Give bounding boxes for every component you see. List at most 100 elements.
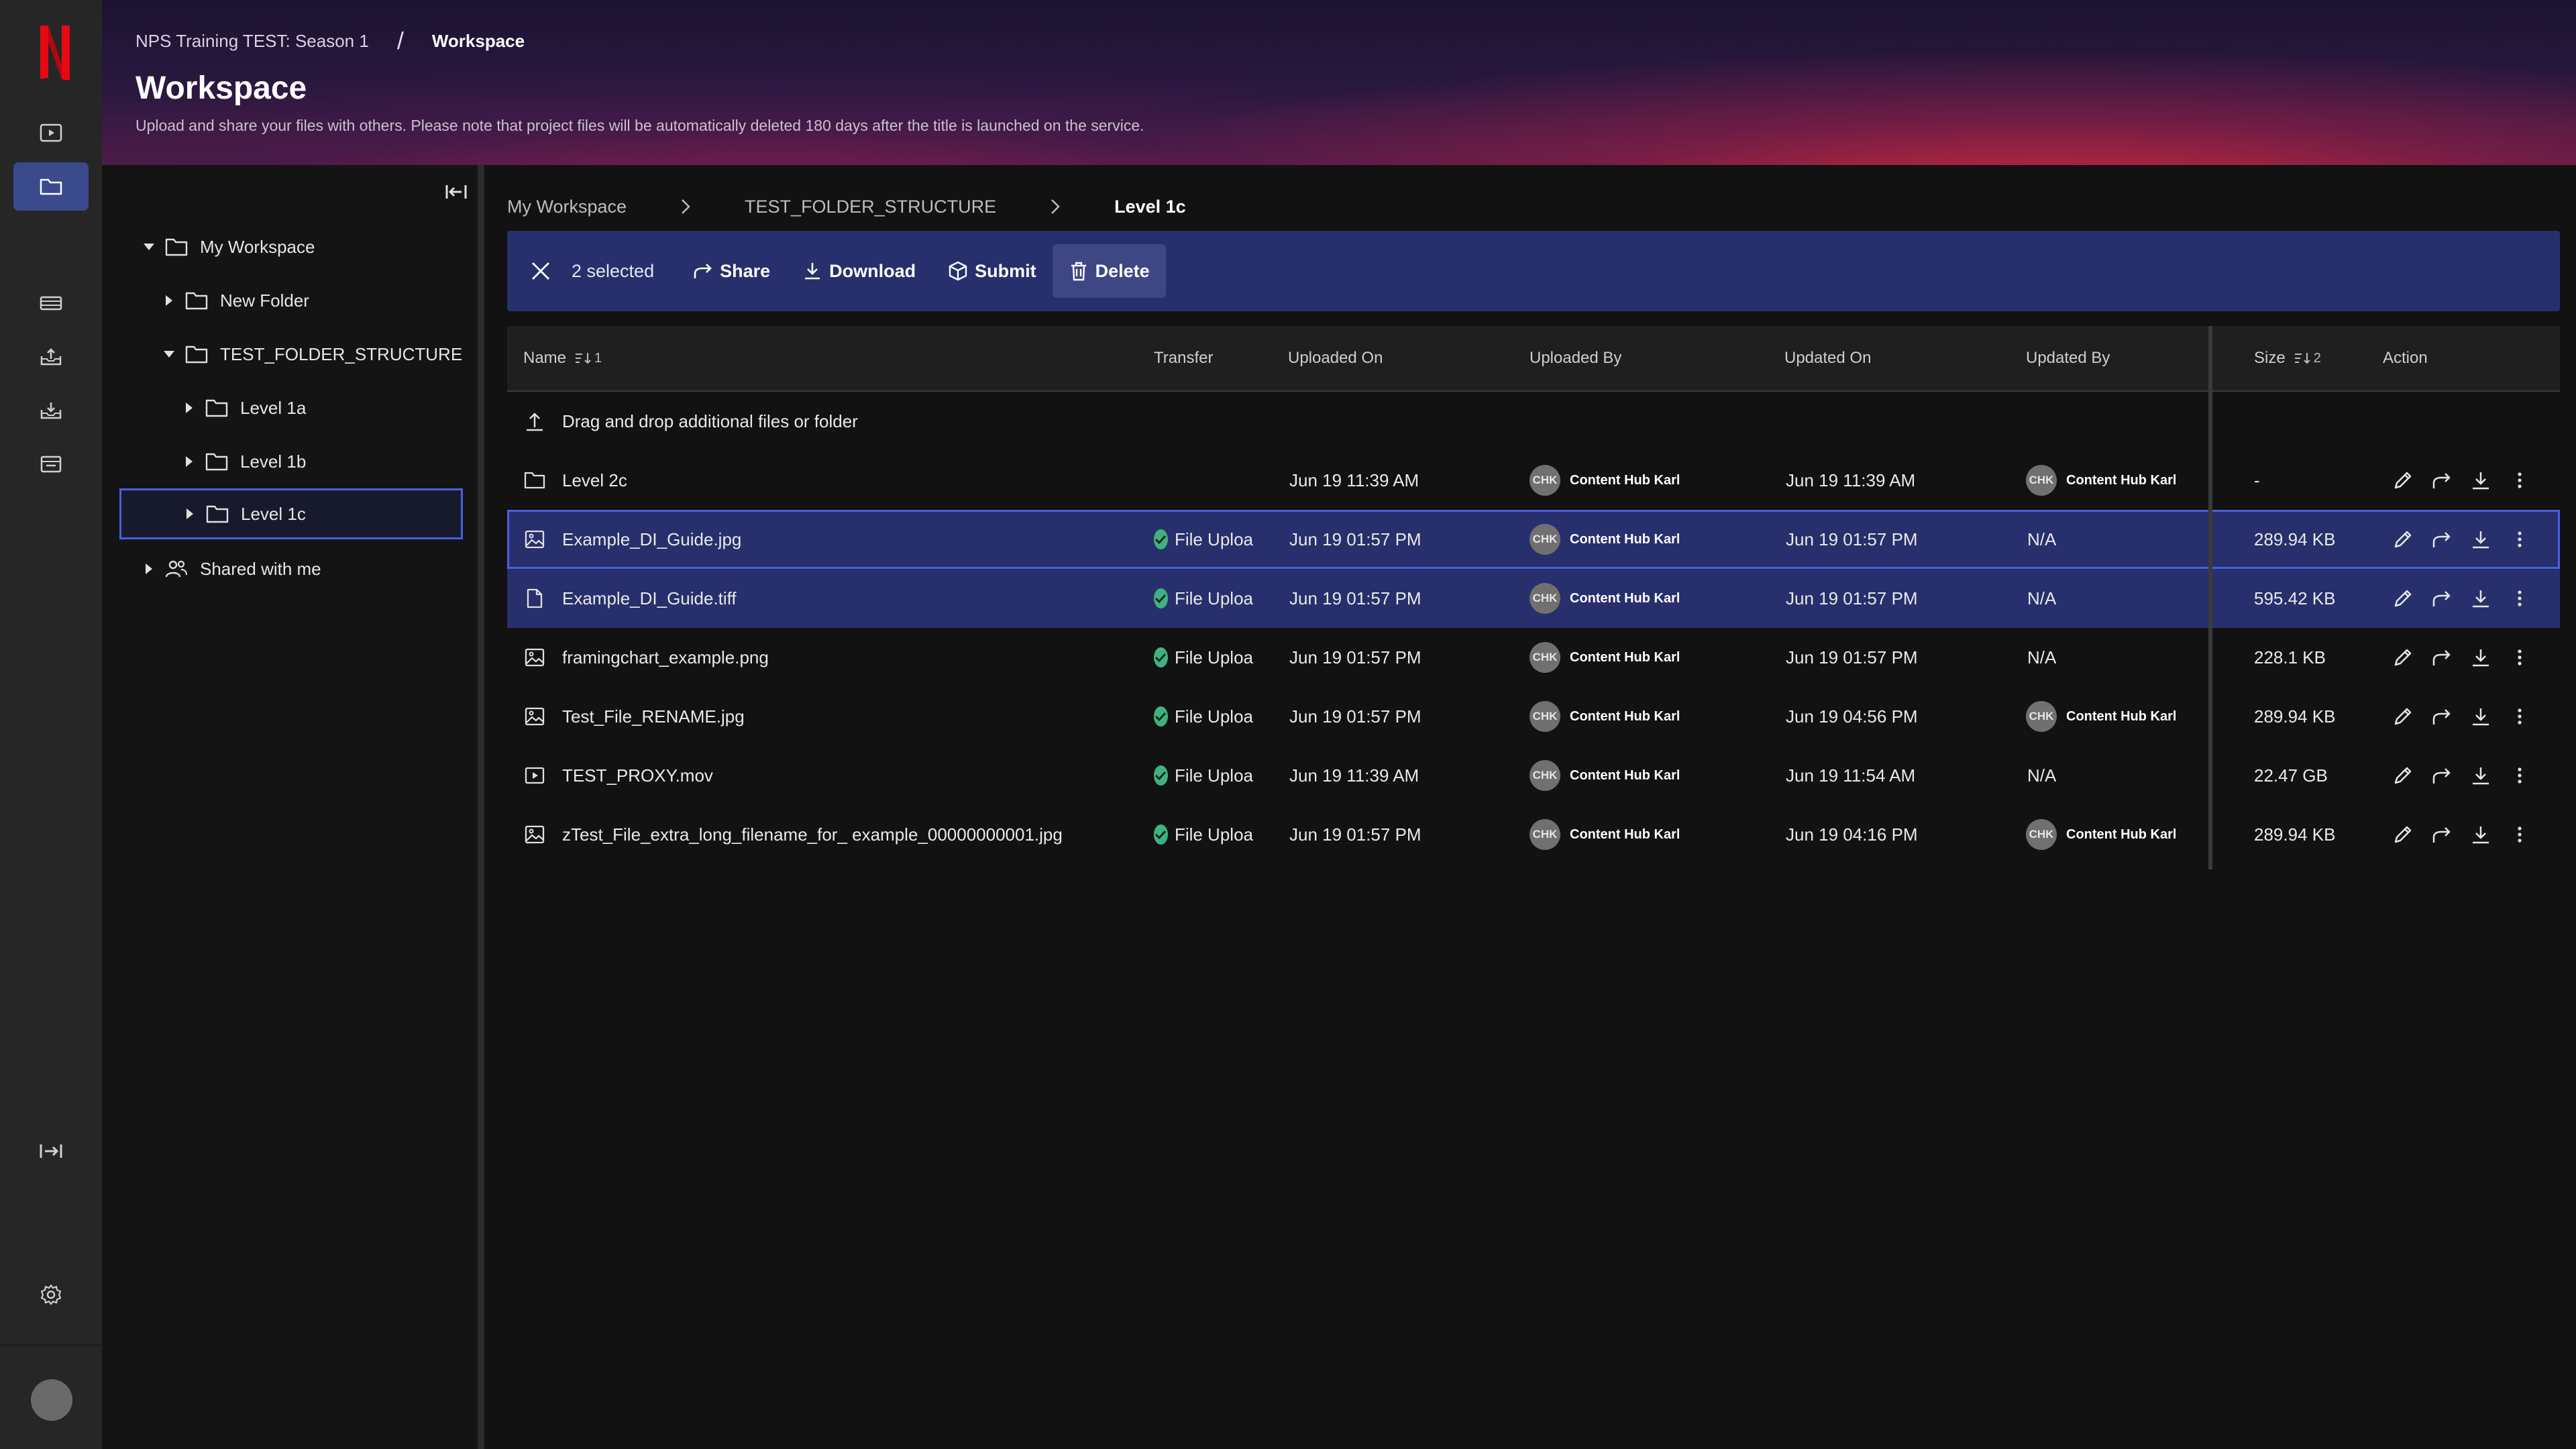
rail-settings-button[interactable] [13, 1271, 89, 1319]
file-name[interactable]: zTest_File_extra_long_filename_for_ exam… [562, 824, 1063, 845]
uploaded-by-cell: CHK Content Hub Karl [1529, 746, 1680, 805]
rail-downloads-button[interactable] [13, 386, 89, 435]
more-vertical-icon[interactable] [2506, 703, 2533, 730]
download-icon[interactable] [2467, 821, 2494, 848]
column-header-uploaded-by[interactable]: Uploaded By [1529, 326, 1621, 390]
netflix-logo[interactable] [38, 24, 72, 82]
column-header-updated-on[interactable]: Updated On [1784, 326, 1871, 390]
actions-cell [2390, 687, 2545, 746]
table-row[interactable]: TEST_PROXY.mov File Uploa Jun 19 11:39 AM C… [507, 746, 2560, 805]
updated-on-cell: Jun 19 01:57 PM [1786, 647, 1918, 667]
dropzone-row[interactable]: Drag and drop additional files or folder [507, 392, 2560, 451]
submit-button[interactable]: Submit [932, 244, 1053, 298]
caret-right-icon[interactable] [181, 453, 197, 470]
column-resize-handle[interactable] [2208, 326, 2212, 869]
user-avatar[interactable] [31, 1379, 72, 1421]
share-arrow-icon[interactable] [2428, 526, 2455, 553]
file-name[interactable]: Test_File_RENAME.jpg [562, 706, 745, 727]
file-name[interactable]: Example_DI_Guide.tiff [562, 588, 737, 609]
caret-right-icon[interactable] [161, 292, 177, 309]
tree-item-test-folder-structure[interactable]: TEST_FOLDER_STRUCTURE [161, 329, 462, 380]
breadcrumb-my-workspace[interactable]: My Workspace [507, 197, 627, 217]
edit-pencil-icon[interactable] [2390, 526, 2416, 553]
download-icon[interactable] [2467, 526, 2494, 553]
table-row[interactable]: Level 2c Jun 19 11:39 AM CHK Content Hub Ka… [507, 451, 2560, 510]
table-row[interactable]: framingchart_example.png File Uploa Jun 19… [507, 628, 2560, 687]
gear-icon [40, 1283, 62, 1306]
download-icon[interactable] [2467, 644, 2494, 671]
more-vertical-icon[interactable] [2506, 526, 2533, 553]
download-icon[interactable] [2467, 762, 2494, 789]
tree-item-label: Shared with me [200, 558, 321, 579]
share-arrow-icon[interactable] [2428, 821, 2455, 848]
table-row[interactable]: Example_DI_Guide.tiff File Uploa Jun 19 01… [507, 569, 2560, 628]
file-name[interactable]: Example_DI_Guide.jpg [562, 529, 741, 550]
tree-item-level-1c[interactable]: Level 1c [119, 488, 463, 539]
download-button[interactable]: Download [786, 244, 932, 298]
clear-selection-button[interactable] [527, 258, 554, 284]
caret-down-icon[interactable] [161, 346, 177, 362]
tree-item-new-folder[interactable]: New Folder [161, 275, 309, 326]
folder-breadcrumb: My Workspace TEST_FOLDER_STRUCTURE Level… [507, 192, 1186, 221]
share-arrow-icon[interactable] [2428, 762, 2455, 789]
actions-cell [2390, 805, 2545, 864]
edit-pencil-icon[interactable] [2390, 644, 2416, 671]
file-name[interactable]: Level 2c [562, 470, 627, 491]
edit-pencil-icon[interactable] [2390, 762, 2416, 789]
collapse-tree-button[interactable] [443, 178, 470, 205]
column-header-updated-by[interactable]: Updated By [2026, 326, 2110, 390]
edit-pencil-icon[interactable] [2390, 821, 2416, 848]
rail-titles-button[interactable] [13, 109, 89, 157]
share-arrow-icon[interactable] [2428, 703, 2455, 730]
edit-pencil-icon[interactable] [2390, 703, 2416, 730]
more-vertical-icon[interactable] [2506, 585, 2533, 612]
more-vertical-icon[interactable] [2506, 644, 2533, 671]
table-row[interactable]: Test_File_RENAME.jpg File Uploa Jun 19 01:… [507, 687, 2560, 746]
column-header-name[interactable]: Name 1 [523, 326, 602, 390]
folder-icon [165, 237, 189, 257]
avatar: CHK [2026, 465, 2057, 496]
tree-item-my-workspace[interactable]: My Workspace [141, 221, 315, 272]
table-row[interactable]: Example_DI_Guide.jpg File Uploa Jun 19 01:… [507, 510, 2560, 569]
breadcrumb-test-folder-structure[interactable]: TEST_FOLDER_STRUCTURE [745, 197, 996, 217]
caret-right-icon[interactable] [181, 400, 197, 416]
tree-item-level-1b[interactable]: Level 1b [181, 436, 306, 487]
column-header-size[interactable]: Size 2 [2254, 326, 2321, 390]
delete-button[interactable]: Delete [1052, 244, 1166, 298]
download-icon[interactable] [2467, 703, 2494, 730]
rail-inbox-button[interactable] [13, 333, 89, 381]
panel-resize-handle[interactable] [478, 165, 484, 1449]
tree-item-label: My Workspace [200, 236, 315, 257]
rail-workspace-button[interactable] [13, 162, 89, 211]
share-arrow-icon[interactable] [2428, 585, 2455, 612]
download-icon[interactable] [2467, 585, 2494, 612]
tree-item-shared-with-me[interactable]: Shared with me [141, 543, 321, 594]
column-header-action: Action [2383, 349, 2428, 367]
file-name[interactable]: framingchart_example.png [562, 647, 769, 668]
edit-pencil-icon[interactable] [2390, 585, 2416, 612]
project-breadcrumb-link[interactable]: NPS Training TEST: Season 1 [136, 31, 369, 52]
rail-deliverables-button[interactable] [13, 279, 89, 327]
file-name[interactable]: TEST_PROXY.mov [562, 765, 713, 786]
caret-right-icon[interactable] [182, 506, 198, 522]
column-header-uploaded-on[interactable]: Uploaded On [1288, 326, 1383, 390]
rail-expand-button[interactable] [13, 1127, 89, 1175]
more-vertical-icon[interactable] [2506, 821, 2533, 848]
more-vertical-icon[interactable] [2506, 762, 2533, 789]
size-cell: - [2254, 470, 2260, 490]
download-icon[interactable] [2467, 467, 2494, 494]
share-button[interactable]: Share [677, 244, 786, 298]
sort-order-badge: 1 [594, 350, 602, 366]
rail-archive-button[interactable] [13, 440, 89, 488]
table-row[interactable]: zTest_File_extra_long_filename_for_ exam… [507, 805, 2560, 864]
caret-down-icon[interactable] [141, 239, 157, 255]
edit-pencil-icon[interactable] [2390, 467, 2416, 494]
share-arrow-icon[interactable] [2428, 467, 2455, 494]
upload-icon [523, 410, 546, 433]
tree-item-level-1a[interactable]: Level 1a [181, 382, 306, 433]
user-name: Content Hub Karl [2066, 708, 2177, 724]
more-vertical-icon[interactable] [2506, 467, 2533, 494]
caret-right-icon[interactable] [141, 561, 157, 577]
column-header-transfer[interactable]: Transfer [1154, 326, 1213, 390]
share-arrow-icon[interactable] [2428, 644, 2455, 671]
